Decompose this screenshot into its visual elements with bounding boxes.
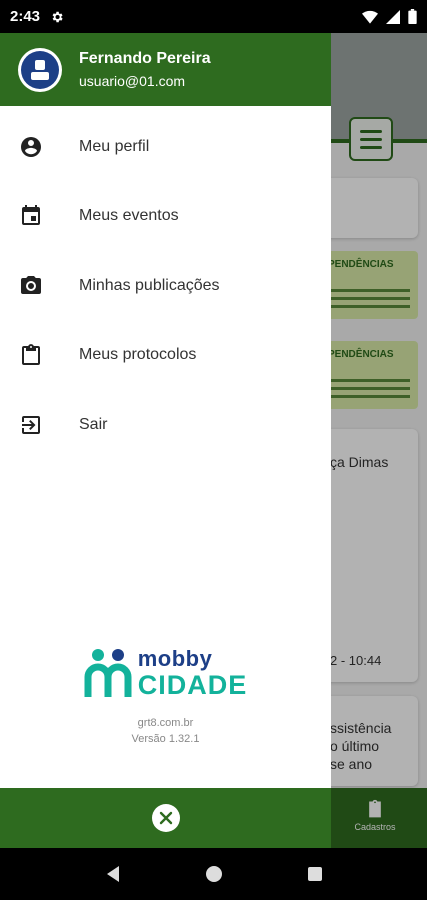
battery-icon: [408, 9, 417, 24]
brand-logo: mobby CIDADE grt8.com.br Versão 1.32.1: [0, 647, 331, 745]
account-circle-icon: [18, 134, 44, 160]
cell-signal-icon: [386, 9, 400, 24]
home-icon[interactable]: [205, 865, 223, 883]
mobby-logo-mark-icon: [84, 649, 132, 697]
menu-item-label: Sair: [79, 415, 108, 433]
status-bar: 2:43: [0, 0, 427, 33]
status-time: 2:43: [10, 8, 41, 25]
drawer-header: Fernando Pereira usuario@01.com: [0, 33, 331, 106]
close-drawer-button[interactable]: [151, 804, 180, 832]
drawer-footer: [0, 788, 331, 848]
brand-mobby-text: mobby: [137, 646, 213, 671]
back-icon[interactable]: [104, 865, 122, 883]
menu-item-meus-protocolos[interactable]: Meus protocolos: [0, 321, 331, 391]
close-icon: [159, 811, 172, 825]
camera-icon: [18, 273, 44, 299]
recents-icon[interactable]: [307, 866, 323, 882]
user-name: Fernando Pereira: [79, 49, 211, 67]
menu-item-meu-perfil[interactable]: Meu perfil: [0, 112, 331, 182]
wifi-icon: [362, 10, 378, 24]
menu-item-sair[interactable]: Sair: [0, 390, 331, 460]
calendar-icon: [18, 203, 44, 229]
menu-item-meus-eventos[interactable]: Meus eventos: [0, 182, 331, 252]
mobby-cidade-logo: mobby CIDADE: [84, 647, 248, 699]
app-version: Versão 1.32.1: [131, 733, 200, 745]
brand-site: grt8.com.br: [137, 717, 194, 729]
user-info: Fernando Pereira usuario@01.com: [79, 49, 211, 91]
logout-icon: [18, 412, 44, 438]
clipboard-icon: [18, 342, 44, 368]
menu-item-label: Minhas publicações: [79, 276, 220, 294]
user-email: usuario@01.com: [79, 72, 186, 89]
system-nav-bar: [0, 848, 427, 900]
menu-item-label: Meus eventos: [79, 207, 179, 225]
settings-icon: [52, 11, 63, 22]
drawer-menu: Meu perfil Meus eventos Minhas publicaçõ…: [0, 106, 331, 460]
avatar[interactable]: [18, 47, 62, 92]
navigation-drawer: Fernando Pereira usuario@01.com Meu perf…: [0, 33, 331, 848]
brand-cidade-text: CIDADE: [137, 670, 248, 700]
menu-item-label: Meus protocolos: [79, 346, 197, 364]
menu-item-minhas-publicacoes[interactable]: Minhas publicações: [0, 251, 331, 321]
user-icon: [31, 59, 49, 80]
menu-item-label: Meu perfil: [79, 137, 150, 155]
